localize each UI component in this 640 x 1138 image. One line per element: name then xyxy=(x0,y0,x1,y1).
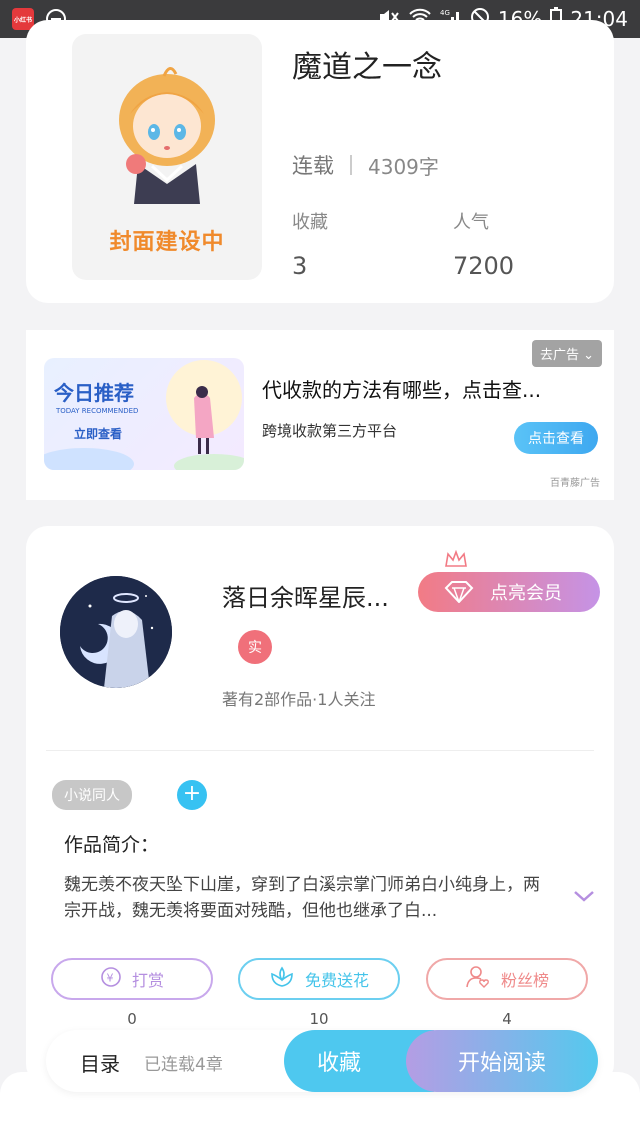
ad-banner[interactable]: 今日推荐 TODAY RECOMMENDED 立即查看 去广告 ⌄ 代收款的方法… xyxy=(26,330,614,500)
reward-label: 打赏 xyxy=(131,971,164,990)
book-status-row: 连载 4309字 xyxy=(292,150,439,180)
popularity-label: 人气 xyxy=(453,212,489,233)
send-flower-label: 免费送花 xyxy=(304,971,369,990)
add-tag-button[interactable]: + xyxy=(177,780,207,810)
ad-subtitle: 跨境收款第三方平台 xyxy=(262,422,398,440)
ad-source: 百青藤广告 xyxy=(550,478,600,489)
fan-count: 4 xyxy=(502,1010,512,1028)
author-avatar[interactable] xyxy=(60,576,172,688)
status-divider xyxy=(350,155,352,175)
remove-ad-label: 去广告 xyxy=(539,348,579,363)
reward-button[interactable]: ¥ 打赏 xyxy=(51,958,213,1000)
collect-value: 3 xyxy=(292,252,308,280)
book-cover[interactable]: 封面建设中 xyxy=(72,34,262,280)
intro-label: 作品简介： xyxy=(64,834,160,856)
popularity-value: 7200 xyxy=(453,252,515,280)
svg-text:TODAY RECOMMENDED: TODAY RECOMMENDED xyxy=(55,407,138,415)
chapter-count: 已连载4章 xyxy=(144,1055,223,1075)
ad-image[interactable]: 今日推荐 TODAY RECOMMENDED 立即查看 xyxy=(44,358,244,470)
cover-illustration xyxy=(119,67,215,204)
vip-button[interactable]: 点亮会员 xyxy=(418,572,600,612)
ad-view-button[interactable]: 点击查看 xyxy=(514,422,598,454)
start-reading-button[interactable]: 开始阅读 xyxy=(406,1030,598,1092)
intro-text: 魏无羡不夜天坠下山崖，穿到了白溪宗掌门师弟白小纯身上，两宗开战，魏无羡将要面对残… xyxy=(64,875,540,921)
toc-button[interactable]: 目录 xyxy=(80,1048,120,1077)
popularity-stat: 人气 7200 xyxy=(453,208,514,280)
send-flower-button[interactable]: 免费送花 xyxy=(238,958,400,1000)
ad-title[interactable]: 代收款的方法有哪些，点击查... xyxy=(262,374,541,403)
book-title: 魔道之一念 xyxy=(292,50,442,85)
flower-icon xyxy=(269,966,295,992)
verified-badge: 实 xyxy=(238,630,272,664)
vip-button-label: 点亮会员 xyxy=(490,583,562,604)
flower-count: 10 xyxy=(309,1010,329,1028)
collect-stat: 收藏 3 xyxy=(292,208,328,280)
crown-icon xyxy=(444,549,468,574)
diamond-icon xyxy=(444,581,474,608)
author-name[interactable]: 落日余晖星辰... xyxy=(222,578,389,613)
svg-text:4G: 4G xyxy=(440,9,450,17)
word-count: 4309字 xyxy=(368,154,439,179)
chevron-down-icon[interactable] xyxy=(572,888,596,908)
user-heart-icon xyxy=(465,965,491,993)
collect-label: 收藏 xyxy=(292,212,328,233)
book-info-card: 封面建设中 魔道之一念 连载 4309字 收藏 3 人气 7200 xyxy=(26,20,614,303)
reward-count: 0 xyxy=(127,1010,137,1028)
serial-status: 连载 xyxy=(292,154,334,178)
fan-ranking-label: 粉丝榜 xyxy=(500,971,549,990)
divider xyxy=(46,750,594,751)
remove-ad-button[interactable]: 去广告 ⌄ xyxy=(531,340,602,367)
chevron-down-icon: ⌄ xyxy=(583,348,594,363)
svg-text:立即查看: 立即查看 xyxy=(74,426,122,441)
yen-icon: ¥ xyxy=(100,966,122,992)
author-card: 落日余晖星辰... 点亮会员 实 著有2部作品·1人关注 小说同人 + 作品简介… xyxy=(26,526,614,1086)
cover-placeholder-text: 封面建设中 xyxy=(109,230,225,255)
bottom-action-bar: 目录 已连载4章 收藏 开始阅读 xyxy=(46,1030,598,1092)
svg-text:今日推荐: 今日推荐 xyxy=(54,381,134,405)
fan-ranking-button[interactable]: 粉丝榜 xyxy=(426,958,588,1000)
svg-text:¥: ¥ xyxy=(106,972,113,985)
author-meta: 著有2部作品·1人关注 xyxy=(222,690,376,709)
tag-chip[interactable]: 小说同人 xyxy=(52,780,132,810)
